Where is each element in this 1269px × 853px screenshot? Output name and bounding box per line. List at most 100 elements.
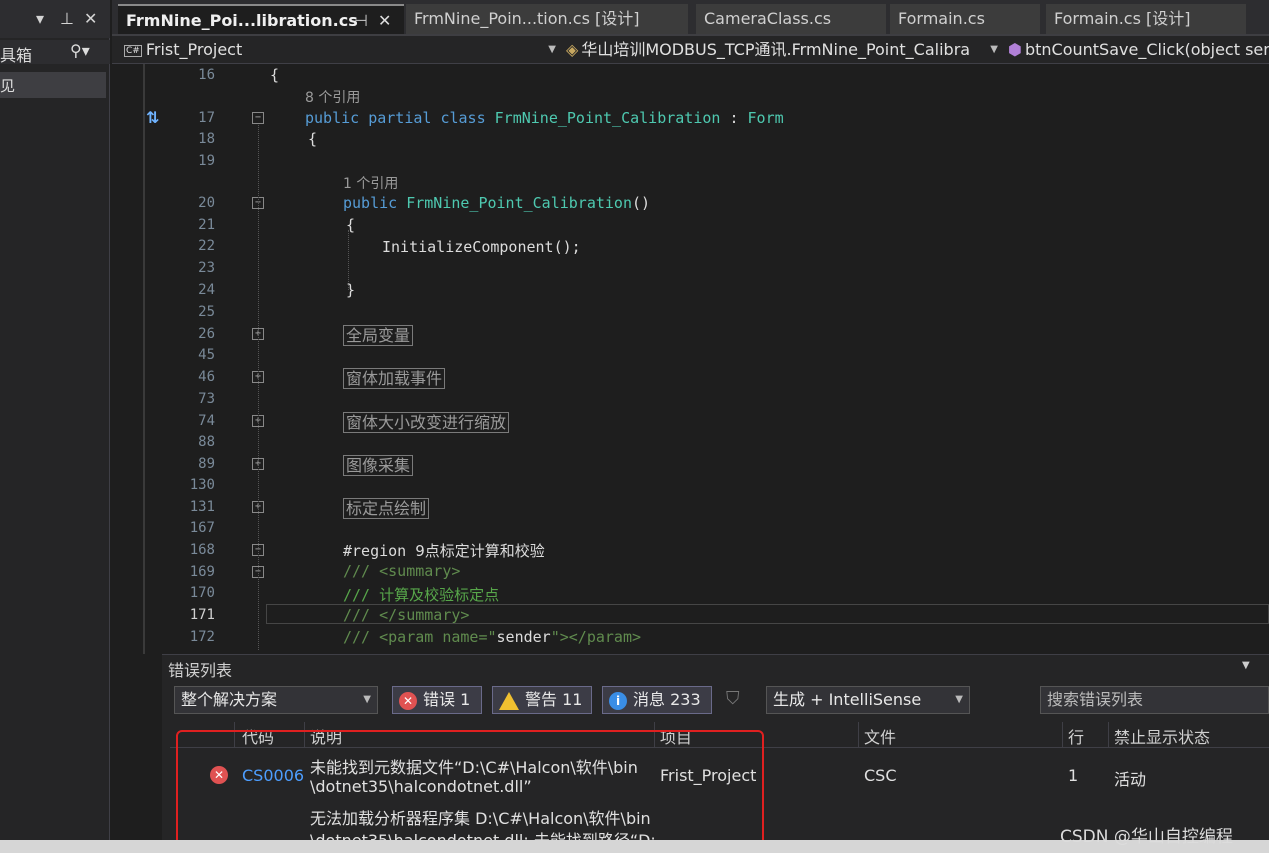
chevron-down-icon: ▼ (548, 44, 556, 55)
code-line: #region 9点标定计算和校验 (343, 542, 545, 560)
type-name: 华山培训MODBUS_TCP通讯.FrmNine_Point_Calibra (581, 40, 971, 59)
close-tab-icon[interactable]: ✕ (378, 6, 391, 34)
member-dropdown[interactable]: ⬢ btnCountSave_Click(object sen (1008, 38, 1269, 62)
tab-label: CameraClass.cs (704, 9, 832, 28)
column-line[interactable]: 行 (1068, 724, 1084, 748)
code-line: { (308, 130, 318, 148)
line-number: 170 (189, 585, 215, 601)
tab-label: Formain.cs [设计] (1054, 9, 1191, 28)
collapsed-region[interactable]: 窗体加载事件 (343, 365, 446, 389)
code-line: public partial class FrmNine_Point_Calib… (305, 109, 784, 127)
line-number: 168 (189, 542, 215, 558)
column-separator[interactable] (1108, 722, 1109, 748)
line-number: 171 (189, 607, 215, 623)
errors-filter-button[interactable]: ✕ 错误 1 (392, 686, 482, 714)
code-line: public FrmNine_Point_Calibration() (343, 194, 651, 212)
line-number: 167 (189, 520, 215, 536)
line-number: 20 (198, 195, 215, 211)
search-placeholder: 搜索错误列表 (1047, 690, 1144, 709)
messages-count: 消息 233 (633, 690, 701, 709)
error-list-title: 错误列表 (168, 661, 233, 680)
collapse-icon[interactable]: − (252, 112, 264, 124)
codelens-references[interactable]: 1 个引用 (343, 173, 398, 193)
chevron-down-icon: ▼ (363, 694, 371, 705)
code-line: InitializeComponent(); (382, 238, 581, 256)
tab-label: Formain.cs (898, 9, 985, 28)
line-number: 19 (198, 153, 215, 169)
search-error-list-input[interactable]: 搜索错误列表 (1040, 686, 1269, 714)
navigation-bar: C# Frist_Project ▼ ◈ 华山培训MODBUS_TCP通讯.FrmN… (112, 36, 1269, 64)
warnings-filter-button[interactable]: 警告 11 (492, 686, 592, 714)
tab-label: FrmNine_Poin...tion.cs [设计] (414, 9, 640, 28)
dropdown-arrow-icon[interactable]: ▾ (36, 9, 44, 28)
error-line: 1 (1068, 766, 1079, 785)
pin-tab-icon[interactable]: ⊣ (354, 6, 368, 34)
structure-visualizer-icon[interactable]: ⇅ (146, 108, 159, 127)
tab-formain-cs[interactable]: Formain.cs (890, 4, 1040, 34)
filter-icon[interactable]: ⛉ (726, 688, 740, 709)
scope-dropdown[interactable]: 整个解决方案 ▼ (174, 686, 378, 714)
build-filter-value: 生成 + IntelliSense (773, 690, 922, 709)
collapsed-region[interactable]: 图像采集 (343, 452, 414, 476)
warnings-count: 警告 11 (525, 690, 583, 709)
column-file[interactable]: 文件 (864, 724, 896, 748)
line-number: 88 (198, 434, 215, 450)
document-tabs: FrmNine_Poi...libration.cs ⊣ ✕ FrmNine_P… (112, 0, 1269, 36)
collapsed-region[interactable]: 窗体大小改变进行缩放 (343, 409, 510, 433)
member-name: btnCountSave_Click(object sen (1024, 40, 1269, 59)
line-number: 45 (198, 347, 215, 363)
line-number: 89 (198, 456, 215, 472)
class-icon: ◈ (566, 40, 579, 59)
tab-formain-design[interactable]: Formain.cs [设计] (1046, 4, 1246, 34)
csharp-project-icon: C# (124, 45, 142, 57)
code-editor[interactable] (112, 64, 1269, 654)
column-separator[interactable] (858, 722, 859, 748)
toolbox-search[interactable]: 具箱 ⚲▾ (0, 40, 110, 65)
pin-icon[interactable]: ⊥ (60, 9, 74, 28)
editor-margin (143, 64, 145, 654)
toolbox-header: ▾ ⊥ ✕ (0, 0, 110, 38)
project-dropdown[interactable]: C# Frist_Project ▼ (124, 38, 556, 62)
line-number: 74 (198, 413, 215, 429)
toolbox-panel (0, 0, 110, 840)
line-number: 25 (198, 304, 215, 320)
search-icon[interactable]: ⚲▾ (70, 41, 90, 60)
line-number: 18 (198, 131, 215, 147)
collapsed-region[interactable]: 全局变量 (343, 322, 414, 346)
chevron-down-icon: ▼ (955, 694, 963, 705)
code-line: } (346, 281, 356, 299)
code-line: { (270, 66, 280, 84)
column-separator[interactable] (1062, 722, 1063, 748)
tab-frmnine-cs[interactable]: FrmNine_Poi...libration.cs ⊣ ✕ (118, 4, 404, 34)
tab-cameraclass[interactable]: CameraClass.cs (696, 4, 886, 34)
watermark: CSDN @华山自控编程 (1060, 827, 1233, 847)
outline-line (258, 125, 259, 650)
scope-value: 整个解决方案 (181, 690, 278, 709)
line-number: 24 (198, 282, 215, 298)
info-icon: i (609, 691, 627, 710)
code-line: /// </summary> (343, 606, 470, 624)
build-filter-dropdown[interactable]: 生成 + IntelliSense ▼ (766, 686, 970, 714)
dropdown-arrow-icon[interactable]: ▼ (1242, 660, 1250, 671)
line-number: 21 (198, 217, 215, 233)
error-state: 活动 (1114, 770, 1147, 789)
line-number: 22 (198, 238, 215, 254)
collapsed-region[interactable]: 标定点绘制 (343, 495, 430, 519)
code-line: { (346, 216, 356, 234)
error-file: CSC (864, 766, 897, 785)
line-number: 172 (189, 629, 215, 645)
line-number: 26 (198, 326, 215, 342)
toolbox-title: 具箱 (0, 46, 33, 65)
chevron-down-icon: ▼ (990, 44, 998, 55)
line-number: 46 (198, 369, 215, 385)
close-icon[interactable]: ✕ (84, 9, 97, 28)
codelens-references[interactable]: 8 个引用 (305, 87, 360, 107)
type-dropdown[interactable]: ◈ 华山培训MODBUS_TCP通讯.FrmNine_Point_Calibra … (566, 38, 998, 62)
code-line: /// 计算及校验标定点 (343, 586, 500, 604)
line-number: 130 (189, 477, 215, 493)
error-icon: ✕ (399, 691, 417, 710)
toolbox-item[interactable]: 见 (0, 72, 106, 98)
tab-frmnine-design[interactable]: FrmNine_Poin...tion.cs [设计] (406, 4, 688, 34)
messages-filter-button[interactable]: i 消息 233 (602, 686, 712, 714)
column-suppression-state[interactable]: 禁止显示状态 (1114, 724, 1210, 748)
